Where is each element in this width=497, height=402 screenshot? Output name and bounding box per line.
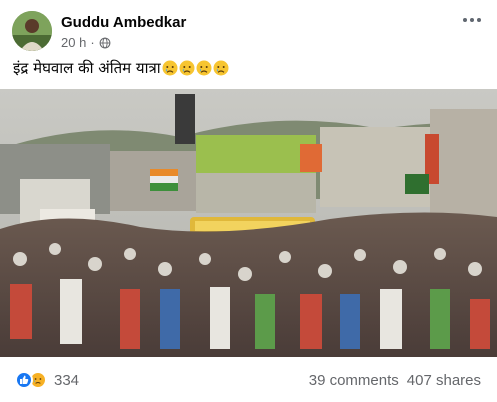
reactions-summary[interactable]: 334: [15, 371, 79, 389]
post-time[interactable]: 20 h: [61, 35, 86, 50]
comments-count[interactable]: 39 comments: [309, 372, 399, 389]
crying-face-icon: [162, 60, 178, 76]
post-meta: 20 h ·: [61, 35, 111, 50]
crying-face-icon: [213, 60, 229, 76]
more-options-icon[interactable]: [463, 18, 481, 22]
avatar[interactable]: [12, 11, 52, 51]
post-footer: 334 39 comments 407 shares: [0, 357, 497, 402]
reaction-count: 334: [54, 371, 80, 389]
caption-text: इंद्र मेघवाल की अंतिम यात्रा: [13, 59, 161, 77]
crying-face-icon: [179, 60, 195, 76]
caption-emojis: [162, 60, 229, 76]
like-icon: [15, 371, 33, 389]
post-video[interactable]: [0, 89, 497, 357]
author-name[interactable]: Guddu Ambedkar: [61, 14, 186, 31]
shares-count[interactable]: 407 shares: [407, 372, 481, 389]
globe-icon: [99, 37, 111, 48]
post-caption: इंद्र मेघवाल की अंतिम यात्रा: [13, 58, 229, 78]
post-header: Guddu Ambedkar 20 h ·: [12, 8, 485, 51]
meta-separator: ·: [90, 35, 95, 50]
engagement-stats: 39 comments 407 shares: [309, 372, 481, 389]
video-frame: [0, 89, 497, 357]
crying-face-icon: [196, 60, 212, 76]
